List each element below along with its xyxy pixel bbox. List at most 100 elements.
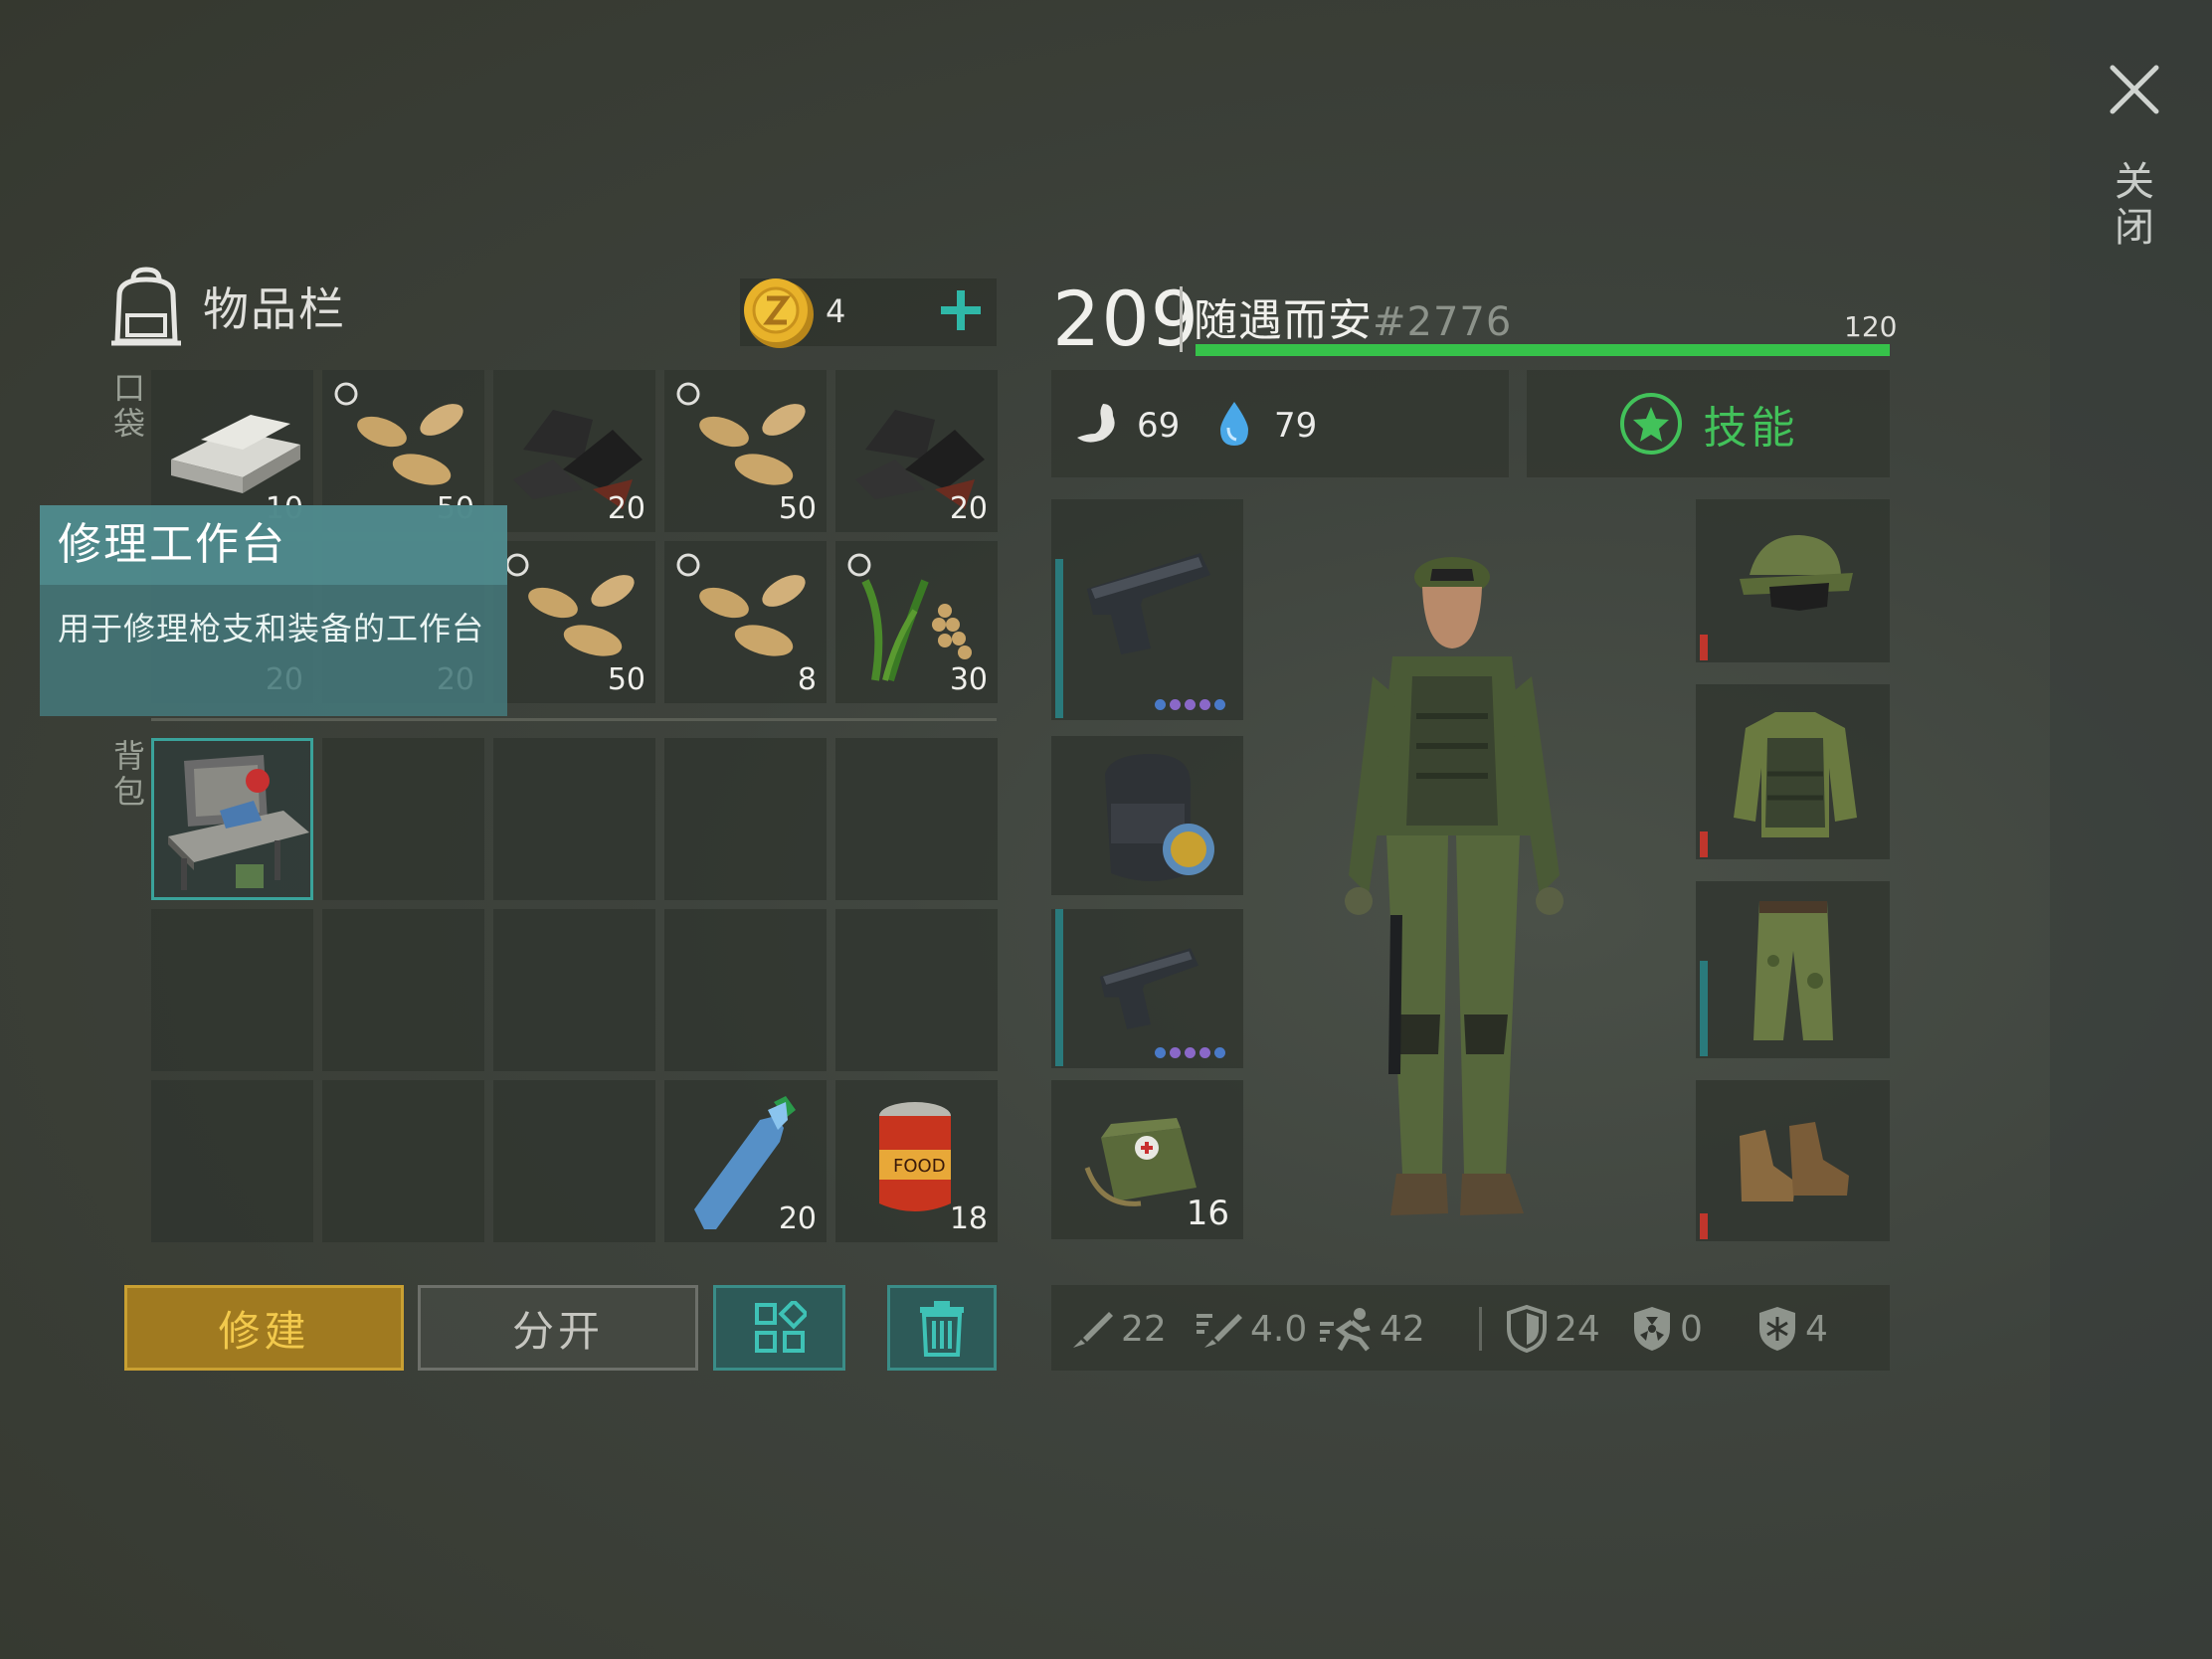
combat-stats-panel: 22 4.0 42 24 0 4 [1051,1285,1890,1371]
inventory-slot[interactable] [151,909,313,1071]
snowflake-shield-icon [1759,1307,1795,1351]
backpack-icon [111,267,181,346]
split-button-label: 分开 [511,1306,604,1356]
durability-bar [1700,961,1708,1056]
section-divider [151,718,997,721]
header-separator [1180,286,1183,352]
primary-weapon-slot[interactable] [1051,499,1243,720]
pocket-label: 口袋 [112,369,145,443]
knife-icon [1073,1312,1113,1348]
shield-icon [1507,1305,1547,1353]
inventory-slot[interactable] [322,909,484,1071]
inventory-slot[interactable]: 20 [664,1080,827,1242]
tooltip-title: 修理工作台 [40,505,507,585]
grid-sort-icon [754,1301,807,1353]
inventory-slot[interactable] [322,1080,484,1242]
player-name: 随遇而安#2776 [1194,284,1512,348]
survival-stats: 69 79 [1051,370,1509,477]
secondary-weapon-slot[interactable] [1051,909,1243,1068]
defense-stat: 24 [1505,1305,1600,1353]
inventory-slot[interactable]: 20 [835,370,998,532]
inventory-title: 物品栏 [203,282,346,336]
coin-balance: 4 [740,278,997,348]
skills-label: 技能 [1703,403,1799,454]
close-icon[interactable] [2107,62,2162,117]
item-tooltip: 修理工作台 用于修理枪支和装备的工作台 [40,505,507,716]
attack-speed-stat: 4.0 [1195,1305,1307,1353]
skills-button[interactable]: 技能 [1527,370,1890,477]
pants-slot[interactable] [1696,881,1890,1058]
star-badge-icon [1619,393,1682,455]
mod-slots [1155,699,1225,710]
cold-resistance-stat: 4 [1755,1305,1828,1353]
inventory-slot[interactable] [151,1080,313,1242]
backpack-slot[interactable] [1051,736,1243,895]
svg-text:FOOD: FOOD [893,1156,946,1177]
inventory-slot[interactable] [835,909,998,1071]
durability-bar [1055,909,1063,1066]
inventory-slot[interactable] [493,738,655,900]
boots-slot[interactable] [1696,1080,1890,1241]
split-button[interactable]: 分开 [418,1285,698,1371]
tactical-backpack-icon [1105,754,1214,881]
medkit-slot[interactable]: 16 [1051,1080,1243,1239]
player-level: 209 [1052,275,1200,363]
attack-speed-icon [1197,1314,1242,1348]
headwear-slot[interactable] [1696,499,1890,662]
durability-bar [1700,635,1708,660]
inventory-slot[interactable] [664,909,827,1071]
mod-slots [1155,1047,1225,1058]
stats-separator [1479,1307,1482,1351]
running-icon [1320,1308,1371,1352]
player-name-text: 随遇而安 [1194,295,1373,346]
inventory-slot[interactable] [493,1080,655,1242]
pistol-icon [1087,553,1210,654]
inventory-slot[interactable] [664,738,827,900]
inventory-slot[interactable]: FOOD 18 [835,1080,998,1242]
character-model [1345,557,1564,1215]
coin-count: 4 [826,292,846,330]
durability-bar [1700,831,1708,857]
water-drop-icon [1220,402,1248,446]
hunger-value: 69 [1137,406,1181,446]
player-id: #2776 [1373,299,1513,345]
xp-bar-fill [1196,344,1890,356]
inventory-slot[interactable]: 50 [493,541,655,703]
inventory-slot[interactable] [322,738,484,900]
inventory-slot[interactable] [493,909,655,1071]
camo-pants-icon [1753,901,1833,1040]
radiation-shield-icon [1634,1307,1670,1351]
pistol-icon [1099,948,1198,1029]
movement-speed-stat: 42 [1318,1305,1425,1353]
inventory-slot[interactable]: 20 [493,370,655,532]
repair-workbench-icon [168,755,309,890]
inventory-slot-selected[interactable] [151,738,313,900]
backpack-label: 背包 [112,737,145,811]
build-button[interactable]: 修建 [124,1285,404,1371]
xp-bar [1196,344,1890,356]
xp-value: 120 [1844,310,1898,343]
sort-button[interactable] [713,1285,845,1371]
radiation-resistance-stat: 0 [1630,1305,1703,1353]
tooltip-description: 用于修理枪支和装备的工作台 [58,610,485,647]
add-coins-icon[interactable] [933,282,989,338]
close-label[interactable]: 关闭 [2113,159,2156,251]
coin-icon [744,278,814,348]
thirst-value: 79 [1274,406,1318,446]
tactical-vest-icon [1734,712,1857,837]
melee-damage-stat: 22 [1069,1305,1167,1353]
durability-bar [1055,559,1063,718]
trash-icon [920,1301,964,1357]
durability-bar [1700,1213,1708,1239]
trash-button[interactable] [887,1285,997,1371]
boots-icon [1740,1122,1849,1201]
build-button-label: 修建 [218,1306,310,1356]
body-armor-slot[interactable] [1696,684,1890,859]
inventory-slot[interactable]: 50 [664,370,827,532]
cap-icon [1740,535,1853,611]
inventory-slot[interactable]: 8 [664,541,827,703]
inventory-slot[interactable] [835,738,998,900]
inventory-slot[interactable]: 30 [835,541,998,703]
stomach-icon [1077,404,1115,443]
inventory-header: 物品栏 [107,267,346,346]
